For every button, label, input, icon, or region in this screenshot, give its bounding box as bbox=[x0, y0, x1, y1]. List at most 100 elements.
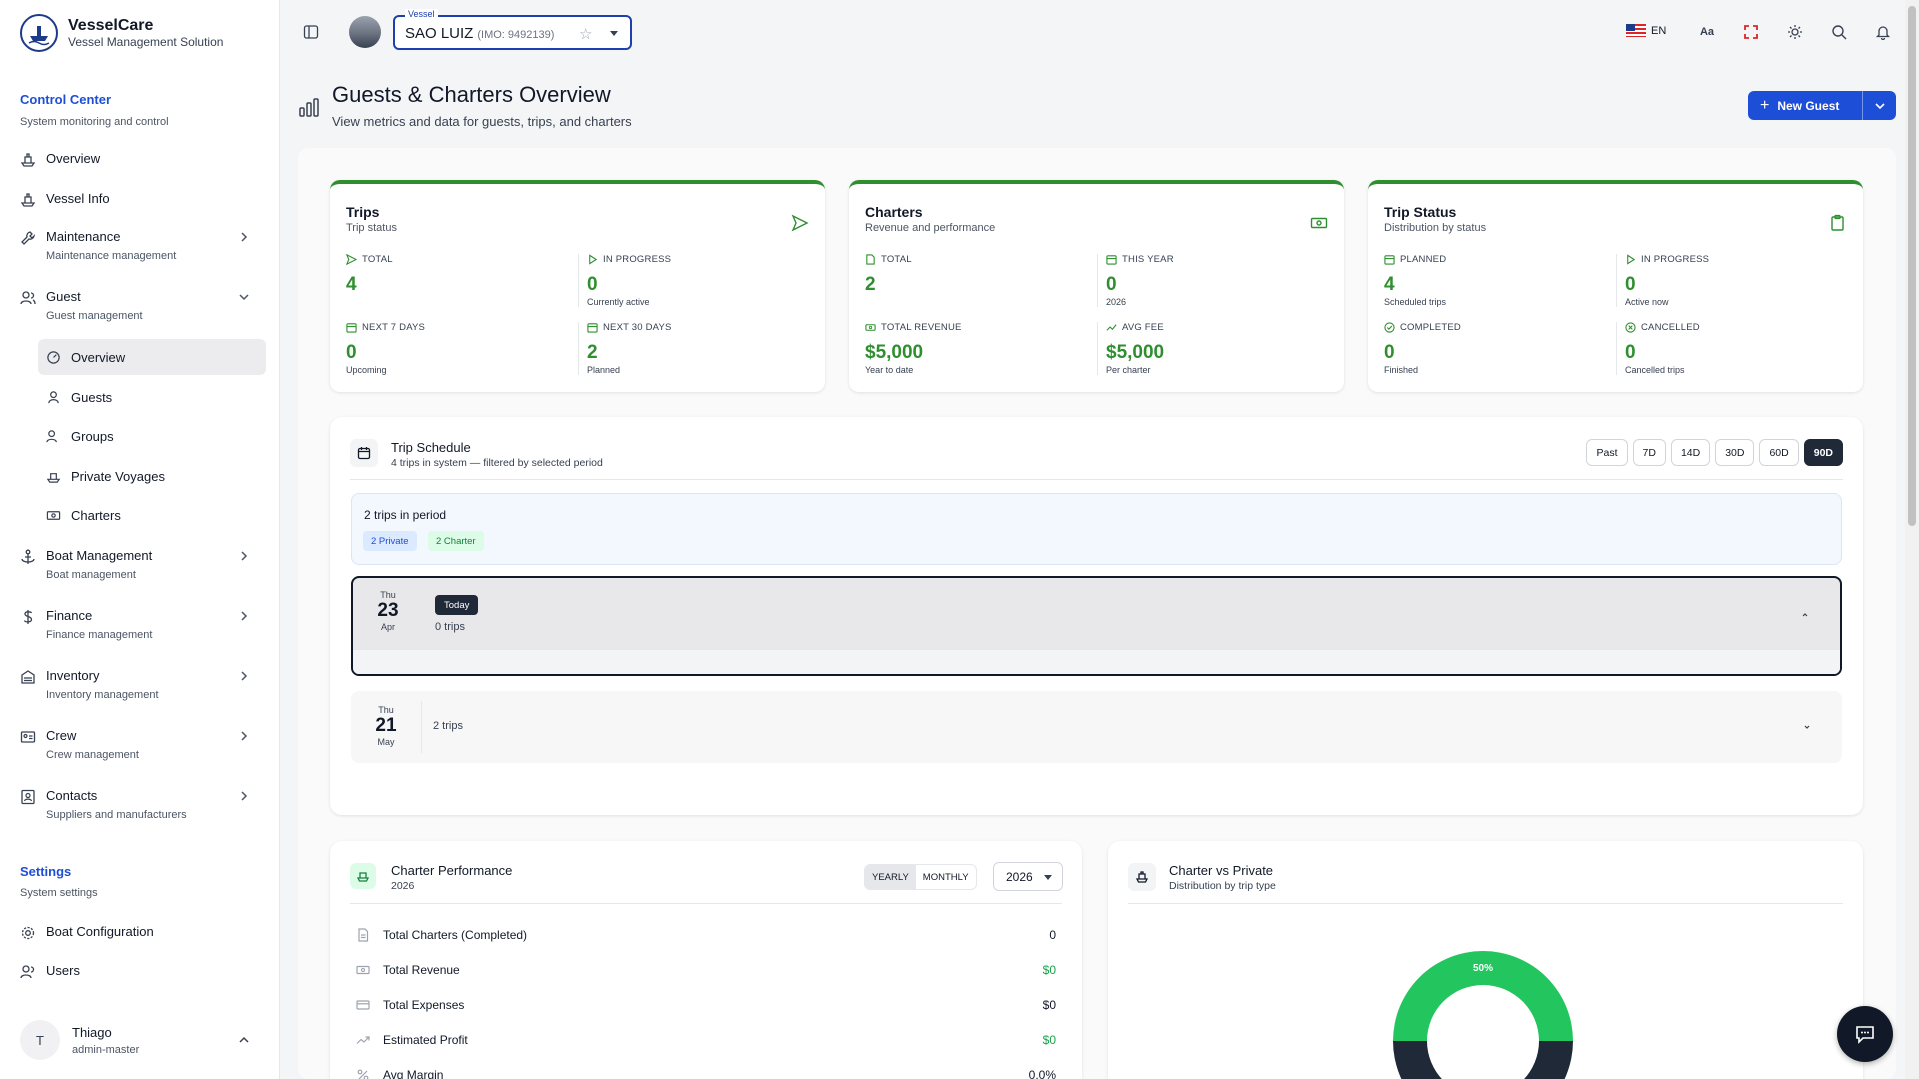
search-button[interactable] bbox=[1828, 21, 1850, 43]
new-guest-dropdown[interactable] bbox=[1862, 91, 1896, 120]
weekday: Thu bbox=[378, 705, 394, 715]
play-icon bbox=[589, 254, 598, 265]
font-size-button[interactable]: Aa bbox=[1696, 21, 1718, 43]
yearly-toggle[interactable]: YEARLY bbox=[865, 865, 916, 889]
year-select[interactable]: 2026 bbox=[993, 862, 1063, 891]
trip-count: 0 trips bbox=[435, 621, 465, 633]
chevron-up-icon bbox=[239, 1036, 249, 1043]
vessel-select[interactable]: Vessel SAO LUIZ (IMO: 9492139) ☆ bbox=[393, 9, 632, 50]
trip-count: 2 trips bbox=[433, 720, 463, 732]
user-menu[interactable]: T Thiago admin-master bbox=[20, 1020, 260, 1060]
page-title: Guests & Charters Overview bbox=[332, 82, 611, 107]
sidebar-item-inventory[interactable]: Inventory Inventory management bbox=[20, 668, 260, 702]
sidebar-item-boat-configuration[interactable]: Boat Configuration bbox=[20, 924, 260, 941]
perf-value: $0 bbox=[1042, 998, 1056, 1012]
sidebar-item-label: Boat Configuration bbox=[46, 924, 154, 939]
sidebar-subitem-charters[interactable]: Charters bbox=[38, 497, 266, 533]
control-center-subtitle: System monitoring and control bbox=[20, 116, 169, 128]
settings-title: Settings bbox=[20, 864, 72, 879]
sidebar-item-sub: Crew management bbox=[46, 749, 139, 761]
scrollbar-thumb[interactable] bbox=[1908, 6, 1916, 526]
metric-value: 0 bbox=[1384, 342, 1395, 363]
sidebar-item-vessel-info[interactable]: Vessel Info bbox=[20, 191, 260, 208]
private-chip: 2 Private bbox=[363, 531, 417, 551]
perf-label: Estimated Profit bbox=[383, 1033, 468, 1047]
banknote-icon bbox=[46, 510, 61, 520]
period-90d-button[interactable]: 90D bbox=[1803, 439, 1843, 466]
sidebar-subitem-groups[interactable]: Groups bbox=[38, 418, 266, 454]
chevron-up-icon[interactable] bbox=[1800, 610, 1810, 620]
users-icon bbox=[46, 429, 57, 442]
day-row-today[interactable]: Thu 23 Apr Today 0 trips bbox=[351, 576, 1842, 676]
new-guest-button[interactable]: + New Guest bbox=[1748, 91, 1896, 120]
perf-row-estimated-profit: Estimated Profit $0 bbox=[356, 1030, 1056, 1050]
period-past-button[interactable]: Past bbox=[1586, 439, 1628, 466]
brand-tagline: Vessel Management Solution bbox=[68, 34, 224, 49]
sidebar-item-users[interactable]: Users bbox=[20, 963, 260, 980]
trip-status-card: Trip Status Distribution by status PLANN… bbox=[1368, 180, 1863, 392]
period-7d-button[interactable]: 7D bbox=[1632, 439, 1666, 466]
notifications-button[interactable] bbox=[1872, 21, 1894, 43]
perf-row-total-revenue: Total Revenue $0 bbox=[356, 960, 1056, 980]
sidebar-item-finance[interactable]: Finance Finance management bbox=[20, 608, 260, 642]
sidebar-item-contacts[interactable]: Contacts Suppliers and manufacturers bbox=[20, 788, 260, 822]
new-guest-main[interactable]: + New Guest bbox=[1748, 97, 1862, 115]
sidebar-item-sub: Boat management bbox=[46, 569, 136, 581]
metric-total: TOTAL 2 bbox=[865, 254, 1095, 297]
monthly-toggle[interactable]: MONTHLY bbox=[916, 865, 976, 889]
period-14d-button[interactable]: 14D bbox=[1670, 439, 1711, 466]
metric-label: COMPLETED bbox=[1400, 322, 1461, 333]
ship-icon bbox=[20, 153, 36, 167]
scrollbar[interactable] bbox=[1905, 0, 1919, 1079]
metric-value: 0 bbox=[1106, 274, 1117, 295]
chevron-right-icon bbox=[241, 611, 248, 621]
card-subtitle: Trip status bbox=[346, 222, 397, 234]
metric-sub: Cancelled trips bbox=[1625, 365, 1685, 375]
metric-completed: COMPLETED 0 Finished bbox=[1384, 322, 1614, 375]
charter-percent-label: 50% bbox=[1473, 963, 1493, 974]
sidebar-item-maintenance[interactable]: Maintenance Maintenance management bbox=[20, 229, 260, 263]
theme-toggle-button[interactable] bbox=[1784, 21, 1806, 43]
period-30d-button[interactable]: 30D bbox=[1715, 439, 1755, 466]
toggle-sidebar-button[interactable] bbox=[300, 21, 322, 43]
brand[interactable]: VesselCare Vessel Management Solution bbox=[20, 14, 223, 52]
period-60d-button[interactable]: 60D bbox=[1759, 439, 1799, 466]
sidebar-item-label: Guest bbox=[46, 289, 81, 304]
weekday: Thu bbox=[380, 590, 396, 600]
sidebar-item-overview[interactable]: Overview bbox=[20, 151, 260, 168]
year-select-value: 2026 bbox=[1006, 869, 1033, 884]
anchor-icon bbox=[21, 549, 35, 564]
avatar: T bbox=[20, 1020, 60, 1060]
day-row[interactable]: Thu 21 May 2 trips bbox=[351, 691, 1842, 763]
settings-subtitle: System settings bbox=[20, 887, 98, 899]
divider bbox=[1128, 903, 1843, 904]
sidebar-item-label: Vessel Info bbox=[46, 191, 110, 206]
perf-label: Total Expenses bbox=[383, 998, 465, 1012]
star-icon[interactable]: ☆ bbox=[579, 25, 592, 43]
card-subtitle: Revenue and performance bbox=[865, 222, 996, 234]
trips-card: Trips Trip status TOTAL 4 IN PROGRESS 0 … bbox=[330, 180, 825, 392]
user-name: Thiago bbox=[72, 1024, 112, 1040]
metric-value: 0 bbox=[1625, 342, 1636, 363]
language-selector[interactable]: EN bbox=[1626, 24, 1666, 37]
private-slice[interactable] bbox=[1393, 1041, 1573, 1079]
fullscreen-button[interactable] bbox=[1740, 21, 1762, 43]
ship-icon bbox=[46, 472, 61, 483]
sidebar-item-label: Inventory bbox=[46, 668, 100, 683]
sidebar-subitem-overview[interactable]: Overview bbox=[38, 339, 266, 375]
sidebar-subitem-private-voyages[interactable]: Private Voyages bbox=[38, 458, 266, 494]
metric-value: $5,000 bbox=[1106, 342, 1165, 363]
brand-name: VesselCare bbox=[68, 16, 154, 34]
sidebar-item-crew[interactable]: Crew Crew management bbox=[20, 728, 260, 762]
metric-sub: Finished bbox=[1384, 365, 1419, 375]
chevron-down-icon[interactable] bbox=[1802, 722, 1812, 732]
vessel-logo-icon bbox=[20, 14, 58, 52]
sidebar-item-boat-management[interactable]: Boat Management Boat management bbox=[20, 548, 260, 582]
metric-this-year: THIS YEAR 0 2026 bbox=[1097, 254, 1327, 307]
donut-chart: 50% bbox=[1393, 951, 1573, 1079]
sidebar-item-guest[interactable]: Guest Guest management bbox=[20, 289, 260, 323]
topbar: Vessel SAO LUIZ (IMO: 9492139) ☆ EN Aa bbox=[280, 0, 1919, 64]
performance-year: 2026 bbox=[391, 880, 415, 892]
chat-button[interactable] bbox=[1837, 1006, 1893, 1062]
sidebar-subitem-guests[interactable]: Guests bbox=[38, 379, 266, 415]
